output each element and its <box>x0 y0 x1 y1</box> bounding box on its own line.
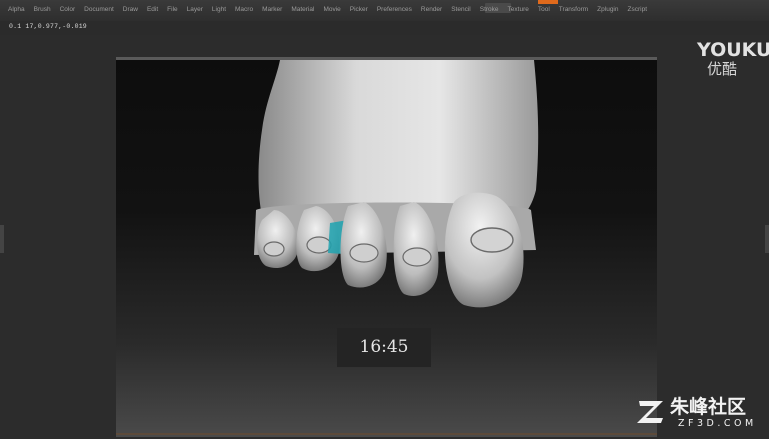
video-timestamp: 16:45 <box>359 337 409 357</box>
menu-items: Alpha Brush Color Document Draw Edit Fil… <box>8 6 656 13</box>
accent-indicator <box>538 0 558 4</box>
menu-file[interactable]: File <box>167 6 177 13</box>
right-tray-handle[interactable] <box>765 225 769 253</box>
menu-zplugin[interactable]: Zplugin <box>597 6 618 13</box>
menu-transform[interactable]: Transform <box>559 6 588 13</box>
menu-texture[interactable]: Texture <box>508 6 529 13</box>
video-timestamp-box: 16:45 <box>337 328 431 367</box>
menu-color[interactable]: Color <box>60 6 76 13</box>
left-tray-handle[interactable] <box>0 225 4 253</box>
foot-model <box>254 60 539 308</box>
zf3d-logo-cn: 朱峰社区 <box>670 396 747 418</box>
menu-stencil[interactable]: Stencil <box>451 6 471 13</box>
menu-preferences[interactable]: Preferences <box>377 6 412 13</box>
menu-zscript[interactable]: Zscript <box>628 6 648 13</box>
menu-light[interactable]: Light <box>212 6 226 13</box>
viewport-bottom-border <box>116 433 657 435</box>
menu-picker[interactable]: Picker <box>350 6 368 13</box>
menu-layer[interactable]: Layer <box>187 6 203 13</box>
coordinate-readout: 0.1 17,0.977,-0.019 <box>9 23 87 30</box>
menu-draw[interactable]: Draw <box>123 6 138 13</box>
menu-brush[interactable]: Brush <box>34 6 51 13</box>
zf3d-logo-en: ZF3D.COM <box>678 418 757 429</box>
menu-edit[interactable]: Edit <box>147 6 158 13</box>
menu-marker[interactable]: Marker <box>262 6 282 13</box>
menu-movie[interactable]: Movie <box>323 6 340 13</box>
menu-macro[interactable]: Macro <box>235 6 253 13</box>
youku-logo-text: YOUKU <box>697 39 769 61</box>
canvas-viewport[interactable]: 16:45 <box>116 60 657 437</box>
menu-document[interactable]: Document <box>84 6 114 13</box>
youku-logo-cn: 优酷 <box>707 60 738 78</box>
status-row: 0.1 17,0.977,-0.019 <box>0 21 769 35</box>
menu-bar: Alpha Brush Color Document Draw Edit Fil… <box>0 0 769 22</box>
youku-watermark: YOUKU 优酷 <box>697 40 769 78</box>
menu-material[interactable]: Material <box>291 6 314 13</box>
menu-render[interactable]: Render <box>421 6 442 13</box>
menu-tool[interactable]: Tool <box>538 6 550 13</box>
zf3d-logo-icon <box>637 401 663 423</box>
menu-alpha[interactable]: Alpha <box>8 6 25 13</box>
menu-stroke[interactable]: Stroke <box>480 6 499 13</box>
zf3d-watermark: 朱峰社区 ZF3D.COM <box>636 392 766 438</box>
